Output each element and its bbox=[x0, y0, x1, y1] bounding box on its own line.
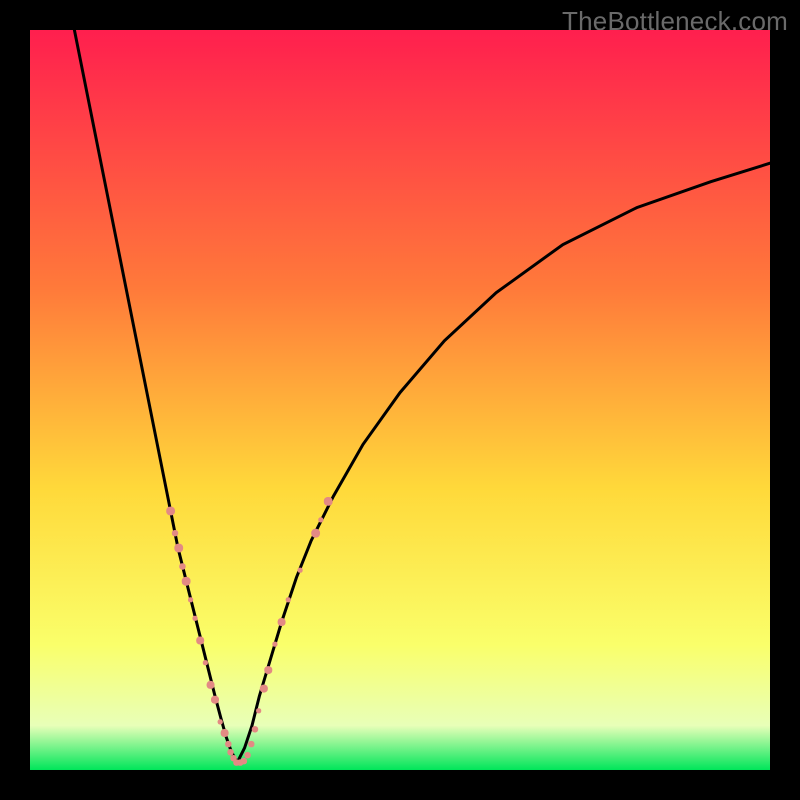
data-marker bbox=[225, 741, 231, 747]
data-marker bbox=[278, 618, 286, 626]
data-marker bbox=[203, 660, 208, 665]
data-marker bbox=[260, 685, 268, 693]
data-marker bbox=[256, 708, 261, 713]
bottleneck-chart-svg bbox=[30, 30, 770, 770]
data-marker bbox=[218, 719, 223, 724]
data-marker bbox=[241, 758, 247, 764]
data-marker bbox=[272, 642, 277, 647]
data-marker bbox=[286, 597, 291, 602]
data-marker bbox=[172, 530, 178, 536]
data-marker bbox=[318, 517, 323, 522]
gradient-background bbox=[30, 30, 770, 770]
data-marker bbox=[179, 563, 185, 569]
data-marker bbox=[174, 544, 183, 553]
data-marker bbox=[324, 497, 333, 506]
data-marker bbox=[166, 507, 175, 516]
data-marker bbox=[196, 637, 204, 645]
data-marker bbox=[182, 577, 191, 586]
chart-frame: TheBottleneck.com bbox=[0, 0, 800, 800]
data-marker bbox=[192, 616, 197, 621]
plot-area bbox=[30, 30, 770, 770]
data-marker bbox=[207, 681, 215, 689]
data-marker bbox=[211, 696, 219, 704]
data-marker bbox=[264, 666, 272, 674]
data-marker bbox=[244, 752, 250, 758]
data-marker bbox=[227, 749, 233, 755]
data-marker bbox=[248, 741, 254, 747]
data-marker bbox=[252, 726, 258, 732]
data-marker bbox=[298, 568, 303, 573]
data-marker bbox=[221, 729, 229, 737]
data-marker bbox=[188, 597, 193, 602]
data-marker bbox=[311, 529, 320, 538]
